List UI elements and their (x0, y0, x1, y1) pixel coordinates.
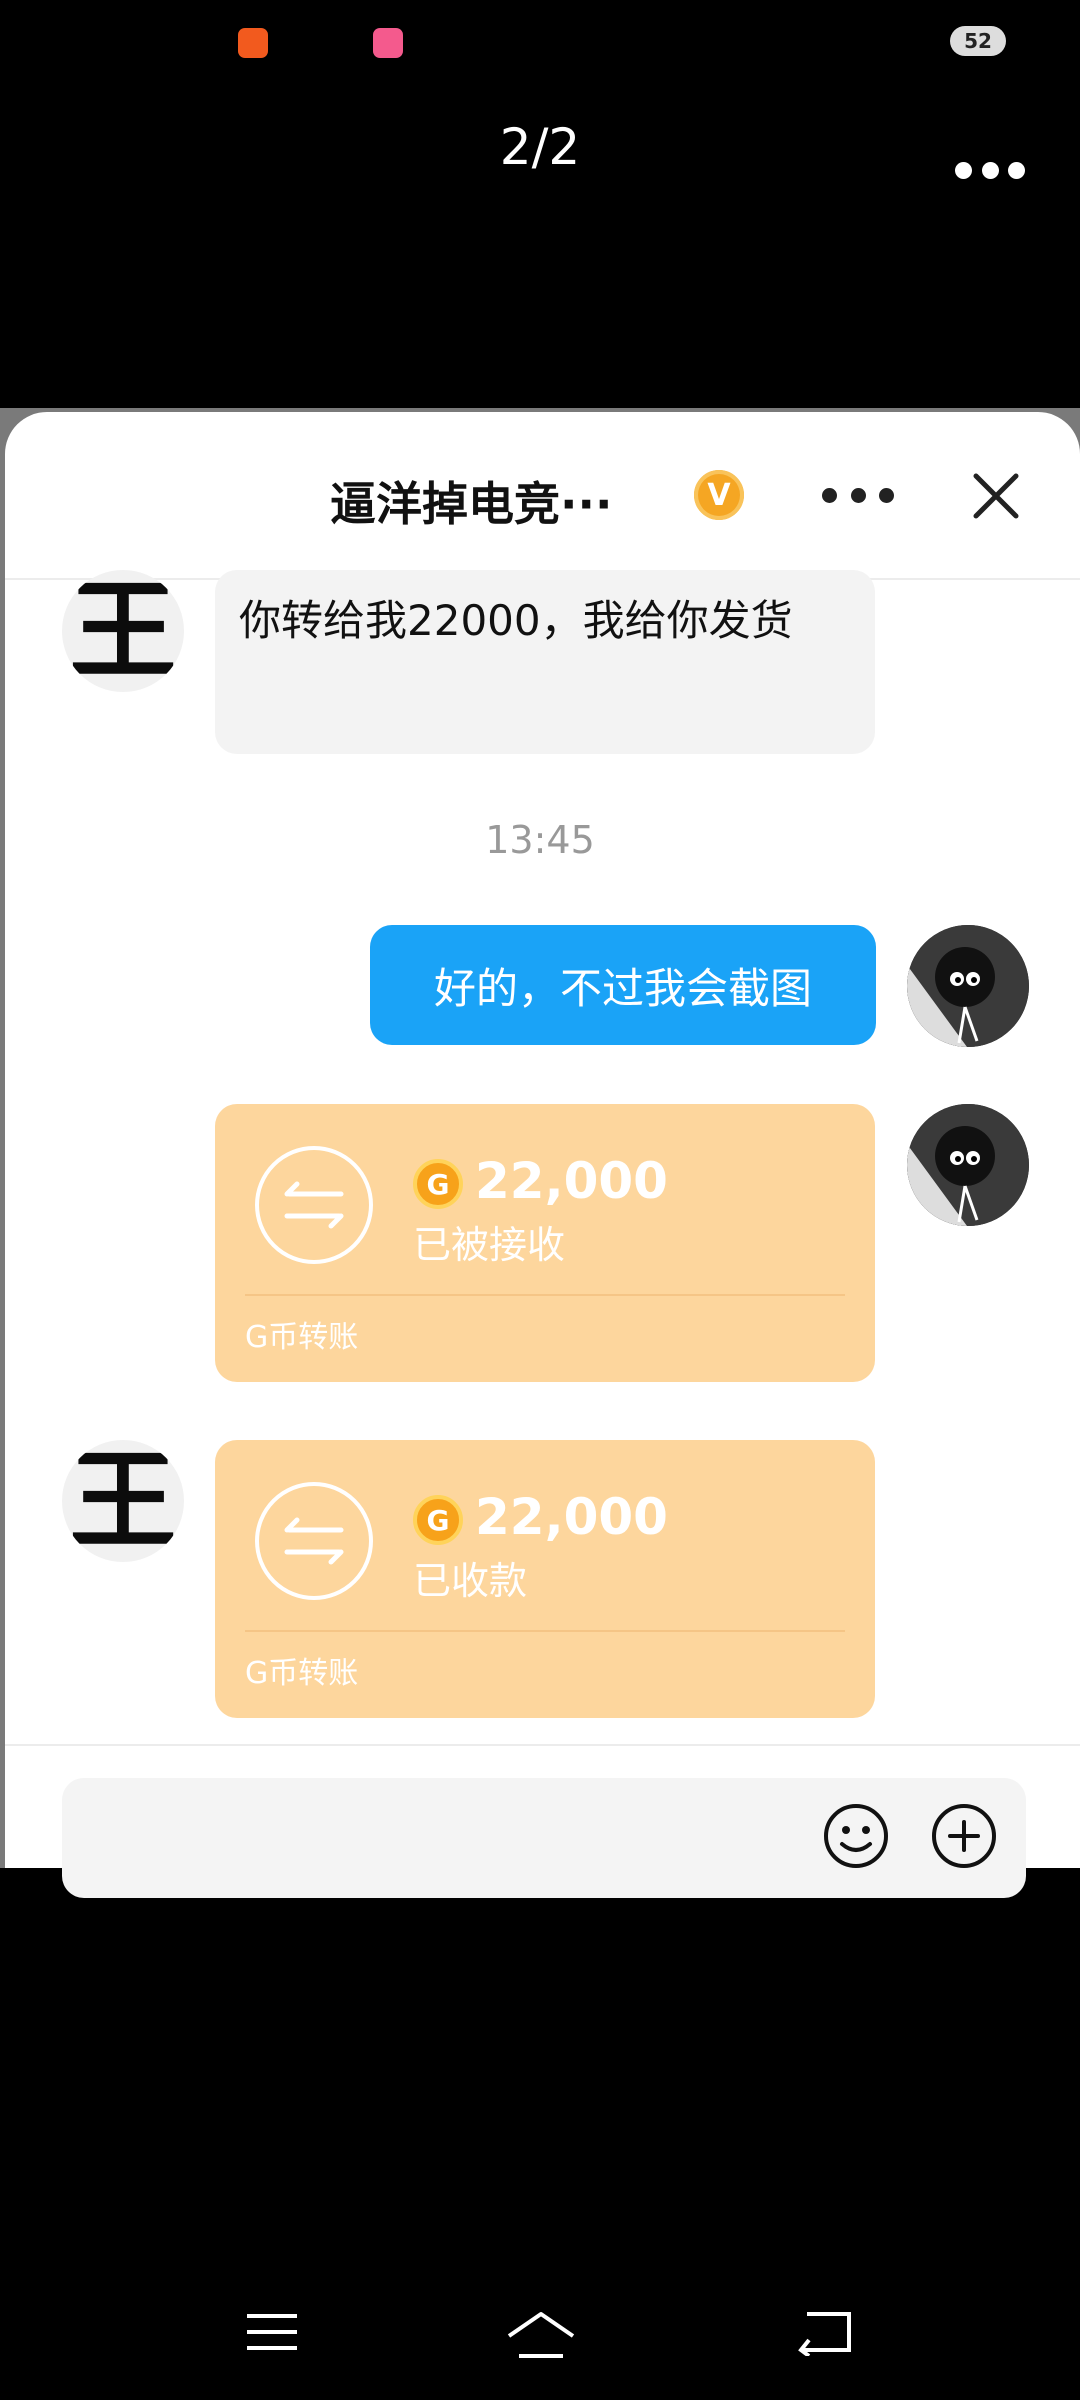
chat-more-icon[interactable] (822, 488, 894, 504)
avatar-self[interactable] (907, 1104, 1029, 1226)
outgoing-message-bubble[interactable]: 好的，不过我会截图 (370, 925, 876, 1045)
home-icon[interactable] (505, 2310, 577, 2360)
stickman-icon (907, 925, 1029, 1047)
emoji-icon[interactable] (822, 1802, 890, 1870)
transfer-icon (255, 1146, 373, 1264)
avatar-other[interactable]: 王 (62, 570, 184, 692)
transfer-card-received[interactable]: G 22,000 已收款 G币转账 (215, 1440, 875, 1718)
transfer-card-sent[interactable]: G 22,000 已被接收 G币转账 (215, 1104, 875, 1382)
transfer-amount: 22,000 (475, 1152, 668, 1210)
close-icon[interactable] (970, 470, 1022, 522)
transfer-label: G币转账 (245, 1656, 359, 1691)
coin-icon: G (413, 1495, 463, 1545)
battery-indicator: 52 (950, 26, 1006, 56)
more-icon[interactable] (955, 160, 1025, 180)
image-counter: 2/2 (499, 118, 581, 176)
avatar-self[interactable] (907, 925, 1029, 1047)
menu-icon[interactable] (245, 2310, 299, 2354)
transfer-status: 已收款 (413, 1559, 528, 1603)
plus-icon[interactable] (930, 1802, 998, 1870)
message-timestamp: 13:45 (485, 818, 595, 862)
card-divider (245, 1294, 845, 1296)
app-shortcut-icon (238, 28, 268, 58)
back-icon[interactable] (797, 2310, 853, 2356)
app-bilibili-icon (373, 28, 403, 58)
card-divider (245, 1630, 845, 1632)
transfer-amount: 22,000 (475, 1488, 668, 1546)
incoming-message-bubble[interactable]: 你转给我22000，我给你发货 (215, 570, 875, 754)
coin-icon: G (413, 1159, 463, 1209)
transfer-icon (255, 1482, 373, 1600)
chat-title: 逼洋掉电竞··· (330, 477, 613, 531)
avatar-glyph: 王 (68, 570, 177, 692)
avatar-other[interactable]: 王 (62, 1440, 184, 1562)
transfer-status: 已被接收 (413, 1223, 566, 1267)
avatar-glyph: 王 (68, 1440, 177, 1562)
input-divider (5, 1744, 1080, 1746)
transfer-label: G币转账 (245, 1320, 359, 1355)
stickman-icon (907, 1104, 1029, 1226)
verified-badge-icon: V (694, 470, 744, 520)
